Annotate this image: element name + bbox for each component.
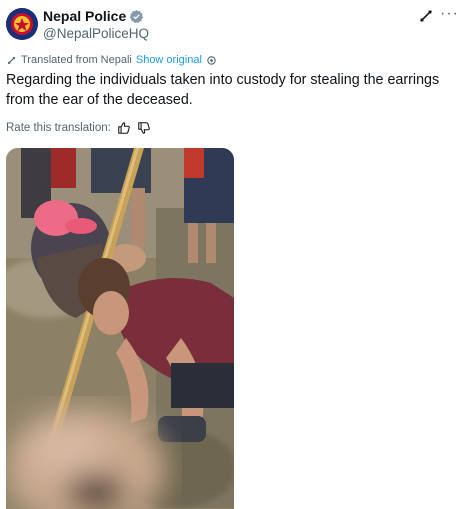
author-name-text[interactable]: Nepal Police xyxy=(43,8,126,24)
rate-translation: Rate this translation: xyxy=(6,121,151,135)
video-thumbnail[interactable] xyxy=(6,148,234,509)
grok-icon[interactable] xyxy=(418,8,434,24)
gear-icon[interactable] xyxy=(206,55,217,66)
tweet-text: Regarding the individuals taken into cus… xyxy=(6,72,440,108)
police-emblem-icon xyxy=(6,8,38,40)
avatar[interactable] xyxy=(6,8,38,40)
verified-badge-icon xyxy=(130,9,144,23)
author-handle[interactable]: @NepalPoliceHQ xyxy=(43,26,149,41)
show-original-link[interactable]: Show original xyxy=(136,54,202,66)
rate-label: Rate this translation: xyxy=(6,122,111,134)
video-frame xyxy=(6,148,234,509)
thumbs-down-icon[interactable] xyxy=(137,121,151,135)
author-name[interactable]: Nepal Police xyxy=(43,8,144,24)
translation-label: Translated from Nepali xyxy=(21,54,132,66)
translation-notice: Translated from Nepali Show original xyxy=(6,54,217,66)
thumbs-up-icon[interactable] xyxy=(117,121,131,135)
more-icon[interactable]: ··· xyxy=(440,4,459,24)
translate-icon xyxy=(7,56,16,64)
